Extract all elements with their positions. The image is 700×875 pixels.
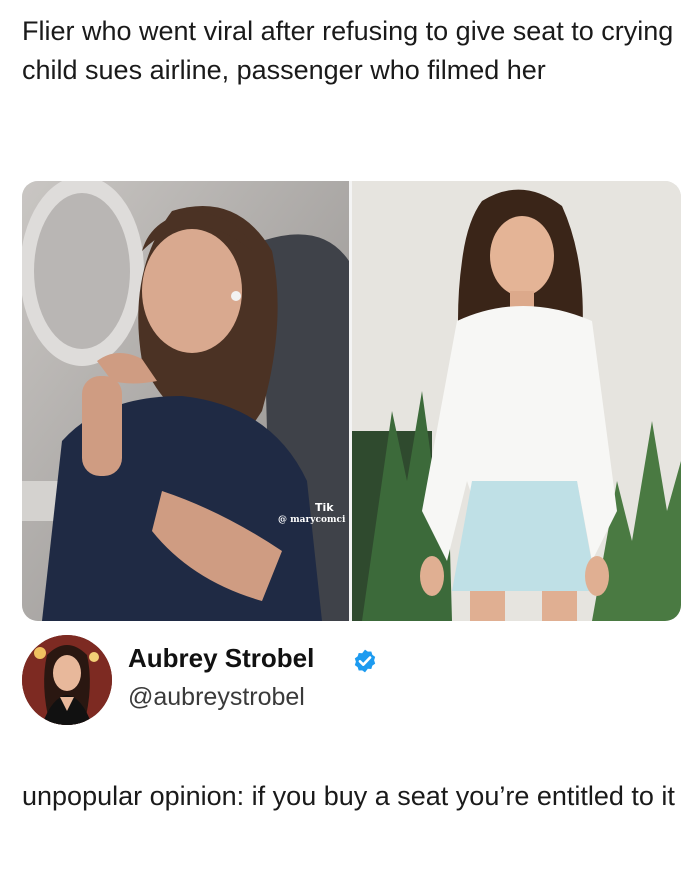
tweet-text: unpopular opinion: if you buy a seat you…: [22, 781, 675, 811]
watermark-app: Tik: [315, 501, 334, 514]
watermark-user: @ marycomci: [278, 515, 346, 525]
author-handle[interactable]: @aubreystrobel: [128, 683, 305, 712]
media-card[interactable]: Tik @ marycomci: [22, 181, 681, 621]
airplane-passenger-photo[interactable]: Tik @ marycomci: [22, 181, 349, 621]
airplane-passenger-illustration: [22, 181, 349, 621]
portrait-photo[interactable]: [352, 181, 681, 621]
avatar[interactable]: [22, 635, 112, 725]
tweet-author[interactable]: Aubrey Strobel @aubreystrobel: [22, 635, 682, 731]
author-name[interactable]: Aubrey Strobel: [128, 643, 314, 674]
avatar-image: [22, 635, 112, 725]
headline: Flier who went viral after refusing to g…: [22, 16, 674, 85]
verified-badge-icon: [354, 649, 376, 673]
portrait-illustration: [352, 181, 681, 621]
